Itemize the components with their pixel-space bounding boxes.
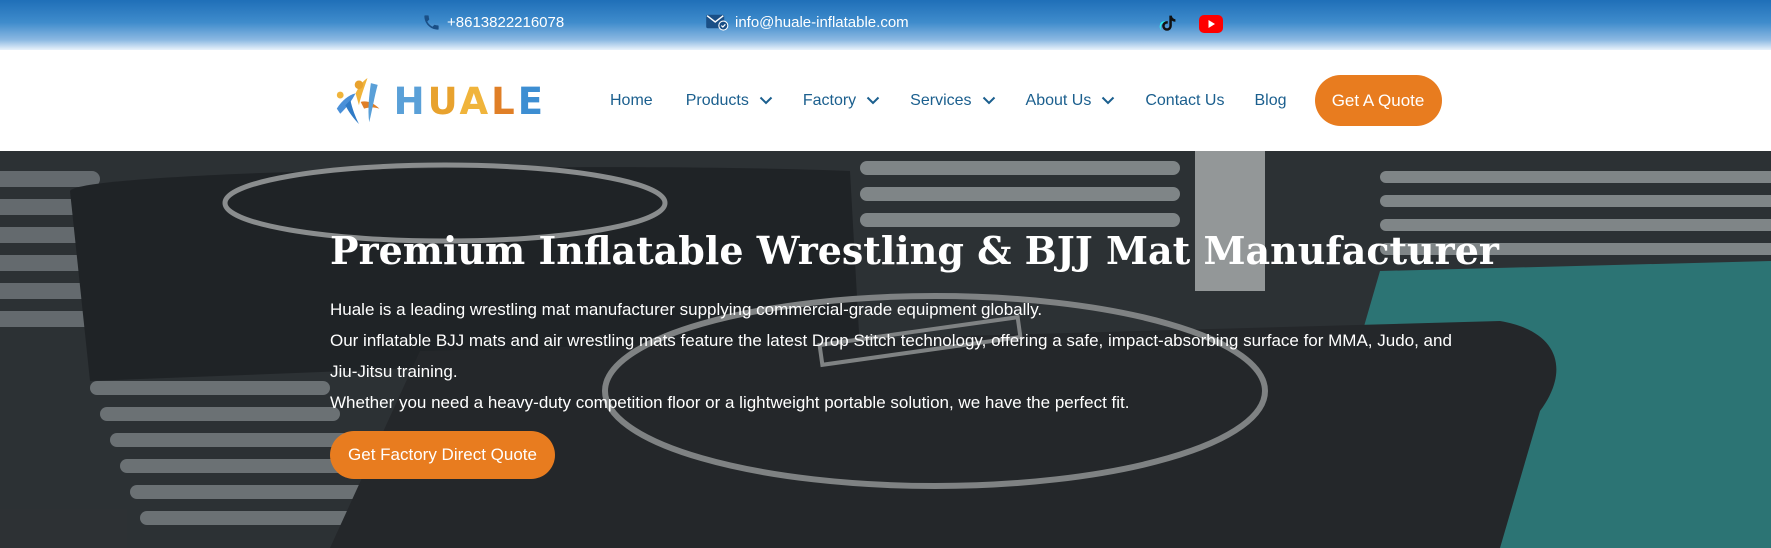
tiktok-icon[interactable]	[1157, 12, 1179, 36]
factory-direct-quote-button[interactable]: Get Factory Direct Quote	[330, 431, 555, 479]
email-contact[interactable]: info@huale-inflatable.com	[705, 13, 909, 31]
nav-about-us[interactable]: About Us	[1026, 92, 1116, 110]
chevron-down-icon[interactable]	[759, 96, 773, 105]
phone-number[interactable]: +8613822216078	[447, 14, 564, 31]
hero-paragraph: Our inflatable BJJ mats and air wrestlin…	[330, 331, 1452, 381]
site-header: HUALE Home Products Factory Services Abo…	[0, 50, 1771, 151]
email-icon	[706, 14, 729, 31]
nav-factory[interactable]: Factory	[803, 92, 880, 110]
hero-title: Premium Inflatable Wrestling & BJJ Mat M…	[330, 228, 1499, 273]
email-address[interactable]: info@huale-inflatable.com	[735, 14, 909, 31]
chevron-down-icon[interactable]	[866, 96, 880, 105]
hero-description: Huale is a leading wrestling mat manufac…	[330, 294, 1460, 418]
phone-contact[interactable]: +8613822216078	[422, 13, 564, 32]
top-contact-bar: +8613822216078 info@huale-inflatable.com	[0, 0, 1771, 50]
hero-paragraph: Huale is a leading wrestling mat manufac…	[330, 300, 1043, 319]
phone-icon	[424, 15, 439, 30]
nav-blog[interactable]: Blog	[1254, 92, 1286, 110]
logo-figure-icon	[336, 78, 380, 124]
nav-home[interactable]: Home	[610, 92, 653, 110]
logo-wordmark: HUALE	[393, 79, 546, 123]
nav-contact-us[interactable]: Contact Us	[1145, 92, 1224, 110]
get-a-quote-button[interactable]: Get A Quote	[1314, 75, 1442, 126]
hero-paragraph: Whether you need a heavy-duty competitio…	[330, 393, 1130, 412]
nav-products[interactable]: Products	[686, 92, 773, 110]
chevron-down-icon[interactable]	[982, 96, 996, 105]
youtube-icon[interactable]	[1199, 12, 1223, 36]
chevron-down-icon[interactable]	[1101, 96, 1115, 105]
main-nav: Home Products Factory Services About Us …	[610, 50, 1442, 151]
huale-logo[interactable]: HUALE	[330, 70, 546, 132]
nav-services[interactable]: Services	[910, 92, 995, 110]
hero-section: Premium Inflatable Wrestling & BJJ Mat M…	[0, 151, 1771, 548]
